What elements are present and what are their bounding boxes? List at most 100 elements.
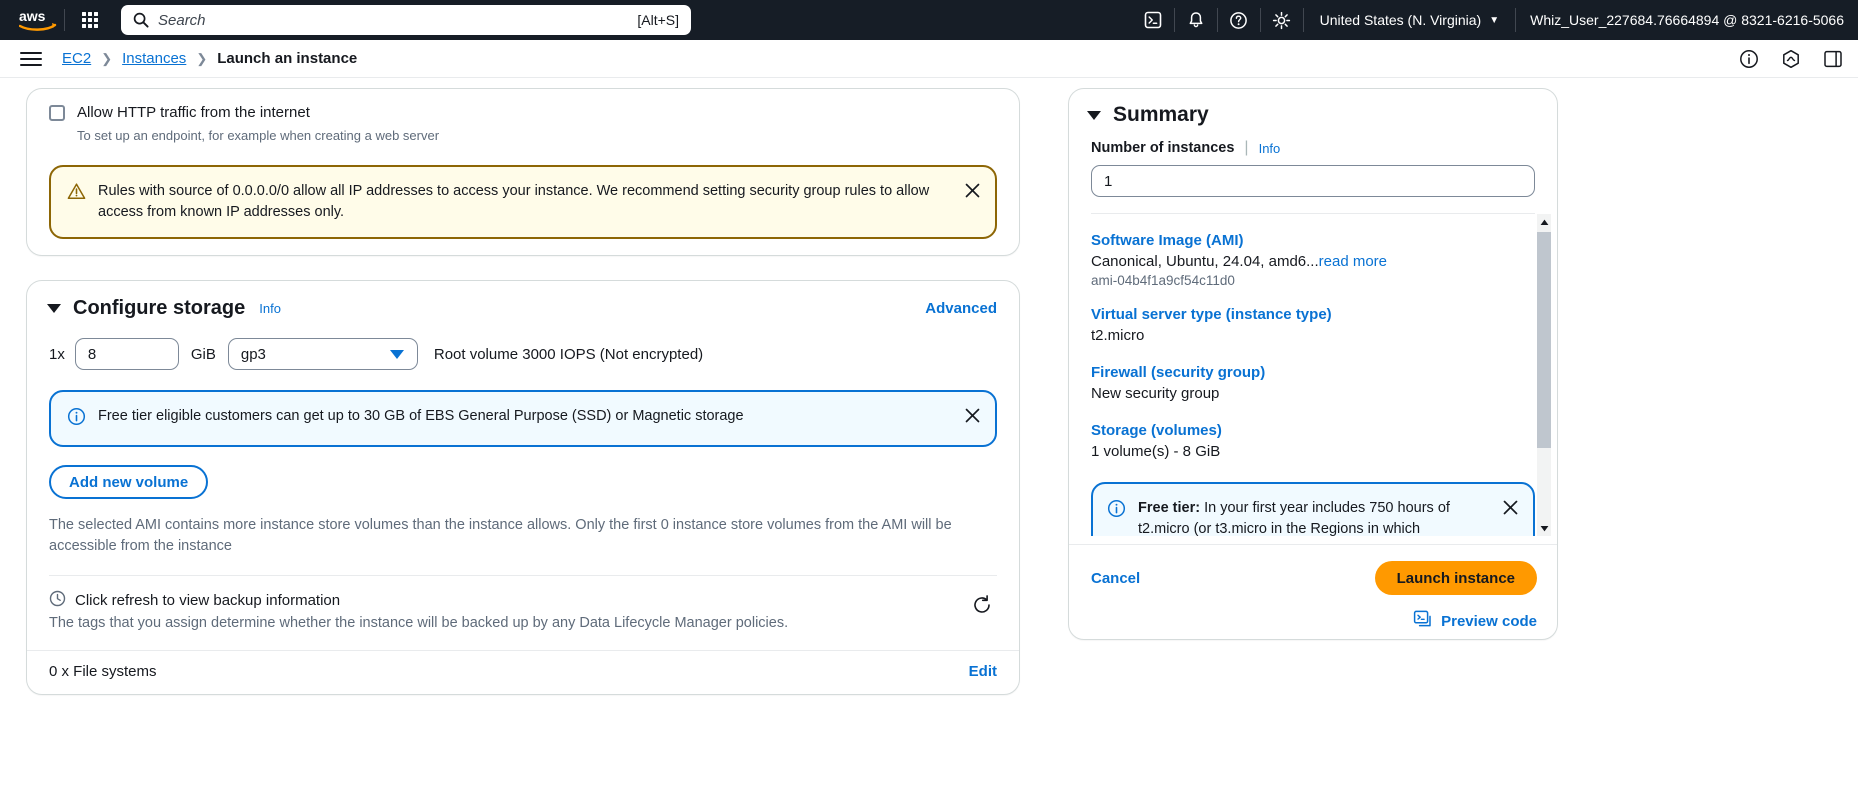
page-title: Configure storage xyxy=(73,297,246,319)
close-x-icon[interactable] xyxy=(961,404,983,426)
file-systems-edit-link[interactable]: Edit xyxy=(969,663,997,680)
summary-item-ami: Software Image (AMI) Canonical, Ubuntu, … xyxy=(1091,232,1535,288)
volume-type-select-wrapper: gp3 xyxy=(227,338,418,370)
nav-right-group: United States (N. Virginia) ▼ Whiz_User_… xyxy=(1132,0,1858,40)
settings-gear-icon[interactable] xyxy=(1261,0,1303,40)
breadcrumb-item-current: Launch an instance xyxy=(217,50,358,67)
warning-triangle-icon xyxy=(67,182,86,206)
summary-free-tier-text: Free tier: In your first year includes 7… xyxy=(1138,498,1499,536)
summary-item-title[interactable]: Virtual server type (instance type) xyxy=(1091,306,1535,323)
account-menu[interactable]: Whiz_User_227684.76664894 @ 8321-6216-50… xyxy=(1516,0,1858,40)
search-shortcut-hint: [Alt+S] xyxy=(637,12,679,28)
breadcrumb-separator: ❯ xyxy=(196,50,208,66)
summary-scrollbar-thumb[interactable] xyxy=(1537,232,1551,448)
backup-description: The tags that you assign determine wheth… xyxy=(49,615,789,631)
breadcrumb-bar: EC2 ❯ Instances ❯ Launch an instance xyxy=(0,40,1858,78)
scroll-up-arrow-icon[interactable] xyxy=(1537,214,1551,230)
allow-http-label: Allow HTTP traffic from the internet xyxy=(77,104,310,121)
summary-item-value: t2.micro xyxy=(1091,327,1145,344)
allow-http-checkbox[interactable] xyxy=(49,105,65,121)
preview-code-row[interactable]: Preview code xyxy=(1069,595,1557,633)
backup-title-row: Click refresh to view backup information xyxy=(49,590,967,611)
summary-item-value: Canonical, Ubuntu, 24.04, amd6...read mo… xyxy=(1091,251,1535,272)
storage-info-link[interactable]: Info xyxy=(259,301,281,316)
summary-item-title[interactable]: Firewall (security group) xyxy=(1091,364,1535,381)
preview-code-link[interactable]: Preview code xyxy=(1441,613,1537,630)
account-label: Whiz_User_227684.76664894 @ 8321-6216-50… xyxy=(1530,12,1844,28)
label-divider: | xyxy=(1244,139,1249,156)
allow-http-row[interactable]: Allow HTTP traffic from the internet To … xyxy=(49,103,997,145)
summary-item-value: 1 volume(s) - 8 GiB xyxy=(1091,443,1221,460)
page-body: Allow HTTP traffic from the internet To … xyxy=(0,78,1858,812)
region-selector[interactable]: United States (N. Virginia) ▼ xyxy=(1304,0,1516,40)
triangle-down-icon[interactable] xyxy=(1087,110,1101,120)
refresh-icon[interactable] xyxy=(967,590,997,620)
free-tier-bold-label: Free tier: xyxy=(1138,500,1201,516)
feedback-panel-icon[interactable] xyxy=(1812,40,1854,78)
notifications-bell-icon[interactable] xyxy=(1175,0,1217,40)
configure-storage-header: Configure storage Info Advanced xyxy=(27,281,1019,322)
breadcrumb: EC2 ❯ Instances ❯ Launch an instance xyxy=(62,50,357,67)
chevron-down-icon: ▼ xyxy=(1489,14,1500,26)
summary-header: Summary xyxy=(1069,89,1557,133)
summary-item-instance-type: Virtual server type (instance type) t2.m… xyxy=(1091,306,1535,346)
volume-config-row: 1x GiB gp3 Root volume 3000 IOPS (Not en… xyxy=(27,322,1019,370)
triangle-down-icon[interactable] xyxy=(47,304,61,313)
search-placeholder: Search xyxy=(158,11,206,29)
close-x-icon[interactable] xyxy=(1499,496,1521,518)
cancel-button[interactable]: Cancel xyxy=(1091,570,1140,587)
svg-text:aws: aws xyxy=(19,8,46,24)
backup-title-text: Click refresh to view backup information xyxy=(75,592,341,609)
breadcrumb-item-ec2[interactable]: EC2 xyxy=(62,50,91,67)
summary-scroll-area[interactable]: Software Image (AMI) Canonical, Ubuntu, … xyxy=(1069,214,1557,536)
breadcrumb-separator: ❯ xyxy=(101,50,113,66)
number-of-instances-field: Number of instances | Info xyxy=(1069,133,1557,197)
summary-title: Summary xyxy=(1113,103,1209,126)
volume-meta-text: Root volume 3000 IOPS (Not encrypted) xyxy=(433,345,704,363)
aws-logo[interactable]: aws xyxy=(0,0,62,40)
allow-http-description: To set up an endpoint, for example when … xyxy=(77,128,440,143)
apps-grid-icon[interactable] xyxy=(67,0,113,40)
summary-free-tier-alert: Free tier: In your first year includes 7… xyxy=(1091,482,1535,536)
security-group-warning-text: Rules with source of 0.0.0.0/0 allow all… xyxy=(98,183,930,220)
cloudshell-icon[interactable] xyxy=(1132,0,1174,40)
volume-size-unit: GiB xyxy=(190,345,216,363)
launch-instance-button[interactable]: Launch instance xyxy=(1374,561,1537,595)
nav-divider xyxy=(64,9,65,31)
help-question-icon[interactable] xyxy=(1218,0,1260,40)
volume-size-input[interactable] xyxy=(74,338,179,370)
number-of-instances-label: Number of instances xyxy=(1091,140,1235,156)
advanced-link[interactable]: Advanced xyxy=(925,300,997,317)
code-preview-icon xyxy=(1413,609,1432,633)
summary-ami-id: ami-04b4f1a9cf54c11d0 xyxy=(1091,273,1235,288)
number-of-instances-info-link[interactable]: Info xyxy=(1259,141,1281,156)
add-new-volume-button[interactable]: Add new volume xyxy=(49,465,209,499)
summary-item-title[interactable]: Storage (volumes) xyxy=(1091,422,1535,439)
close-x-icon[interactable] xyxy=(961,179,983,201)
region-label: United States (N. Virginia) xyxy=(1319,12,1482,28)
read-more-link[interactable]: read more xyxy=(1319,253,1387,270)
free-tier-storage-text: Free tier eligible customers can get up … xyxy=(98,408,744,424)
summary-actions: Cancel Launch instance xyxy=(1069,544,1557,595)
breadcrumb-item-instances[interactable]: Instances xyxy=(122,50,186,67)
free-tier-storage-alert: Free tier eligible customers can get up … xyxy=(49,390,997,447)
scroll-down-arrow-icon[interactable] xyxy=(1537,520,1551,536)
hamburger-menu-icon[interactable] xyxy=(20,46,46,72)
info-circle-icon[interactable] xyxy=(1728,40,1770,78)
summary-item-title[interactable]: Software Image (AMI) xyxy=(1091,232,1535,249)
summary-item-value: New security group xyxy=(1091,385,1220,402)
search-input[interactable]: Search [Alt+S] xyxy=(121,5,691,35)
security-group-warning-alert: Rules with source of 0.0.0.0/0 allow all… xyxy=(49,165,997,239)
summary-column: Summary Number of instances | Info Softw… xyxy=(1046,78,1858,812)
top-navigation-bar: aws Search [Alt+S] United States (N. Vir… xyxy=(0,0,1858,40)
info-circle-icon xyxy=(67,407,86,431)
volume-multiplier: 1x xyxy=(49,345,65,363)
cloudwatch-hex-icon[interactable] xyxy=(1770,40,1812,78)
file-systems-row: 0 x File systems Edit xyxy=(27,650,1019,694)
file-systems-label: 0 x File systems xyxy=(49,663,157,680)
main-column: Allow HTTP traffic from the internet To … xyxy=(0,78,1046,812)
volume-type-select[interactable]: gp3 xyxy=(227,338,418,370)
number-of-instances-input[interactable] xyxy=(1091,165,1535,197)
backup-information-block: Click refresh to view backup information… xyxy=(27,576,1019,634)
summary-ami-value: Canonical, Ubuntu, 24.04, amd6... xyxy=(1091,253,1319,270)
